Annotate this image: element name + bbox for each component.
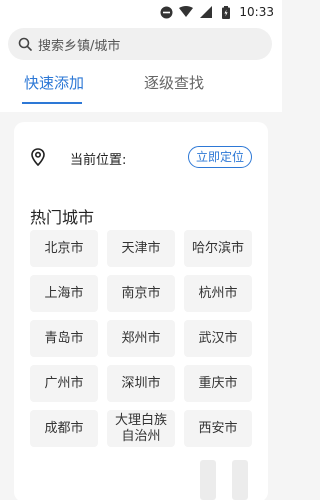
hot-cities-grid: 北京市 天津市 哈尔滨市 上海市 南京市 杭州市 青岛市 郑州市 武汉市 广州市…: [30, 230, 252, 447]
search-icon: [18, 37, 32, 51]
tab-bar: 快速添加 逐级查找: [0, 66, 282, 106]
city-chip[interactable]: 西安市: [184, 410, 252, 447]
city-chip[interactable]: 南京市: [107, 275, 175, 312]
partial-chip: [200, 460, 216, 500]
header: 搜索乡镇/城市 快速添加 逐级查找: [0, 24, 282, 112]
city-chip[interactable]: 天津市: [107, 230, 175, 267]
city-chip[interactable]: 广州市: [30, 365, 98, 402]
current-location-row: 当前位置: 立即定位: [30, 146, 256, 170]
city-chip[interactable]: 上海市: [30, 275, 98, 312]
city-chip[interactable]: 郑州市: [107, 320, 175, 357]
city-chip[interactable]: 武汉市: [184, 320, 252, 357]
city-chip[interactable]: 成都市: [30, 410, 98, 447]
city-chip[interactable]: 重庆市: [184, 365, 252, 402]
city-chip[interactable]: 杭州市: [184, 275, 252, 312]
do-not-disturb-icon: [159, 5, 173, 19]
current-location-label: 当前位置:: [70, 153, 127, 168]
location-pin-icon: [30, 148, 48, 167]
search-placeholder: 搜索乡镇/城市: [38, 38, 121, 54]
battery-icon: [219, 5, 233, 19]
tab-quick-add[interactable]: 快速添加: [24, 72, 84, 93]
status-time: 10:33: [239, 5, 274, 19]
hot-cities-title: 热门城市: [30, 208, 95, 227]
city-chip[interactable]: 大理白族自治州: [107, 410, 175, 447]
city-chip[interactable]: 哈尔滨市: [184, 230, 252, 267]
signal-icon: [199, 5, 213, 19]
partial-items-bottom: [200, 460, 260, 500]
city-chip[interactable]: 深圳市: [107, 365, 175, 402]
city-chip[interactable]: 北京市: [30, 230, 98, 267]
active-tab-indicator: [22, 102, 82, 104]
city-card: 当前位置: 立即定位 热门城市 北京市 天津市 哈尔滨市 上海市 南京市 杭州市…: [14, 122, 268, 500]
tab-step-search[interactable]: 逐级查找: [144, 72, 204, 93]
locate-now-button[interactable]: 立即定位: [187, 146, 252, 168]
search-input[interactable]: 搜索乡镇/城市: [8, 28, 272, 60]
city-chip[interactable]: 青岛市: [30, 320, 98, 357]
wifi-icon: [179, 5, 194, 19]
status-bar: 10:33: [0, 0, 282, 24]
partial-chip: [232, 460, 248, 500]
